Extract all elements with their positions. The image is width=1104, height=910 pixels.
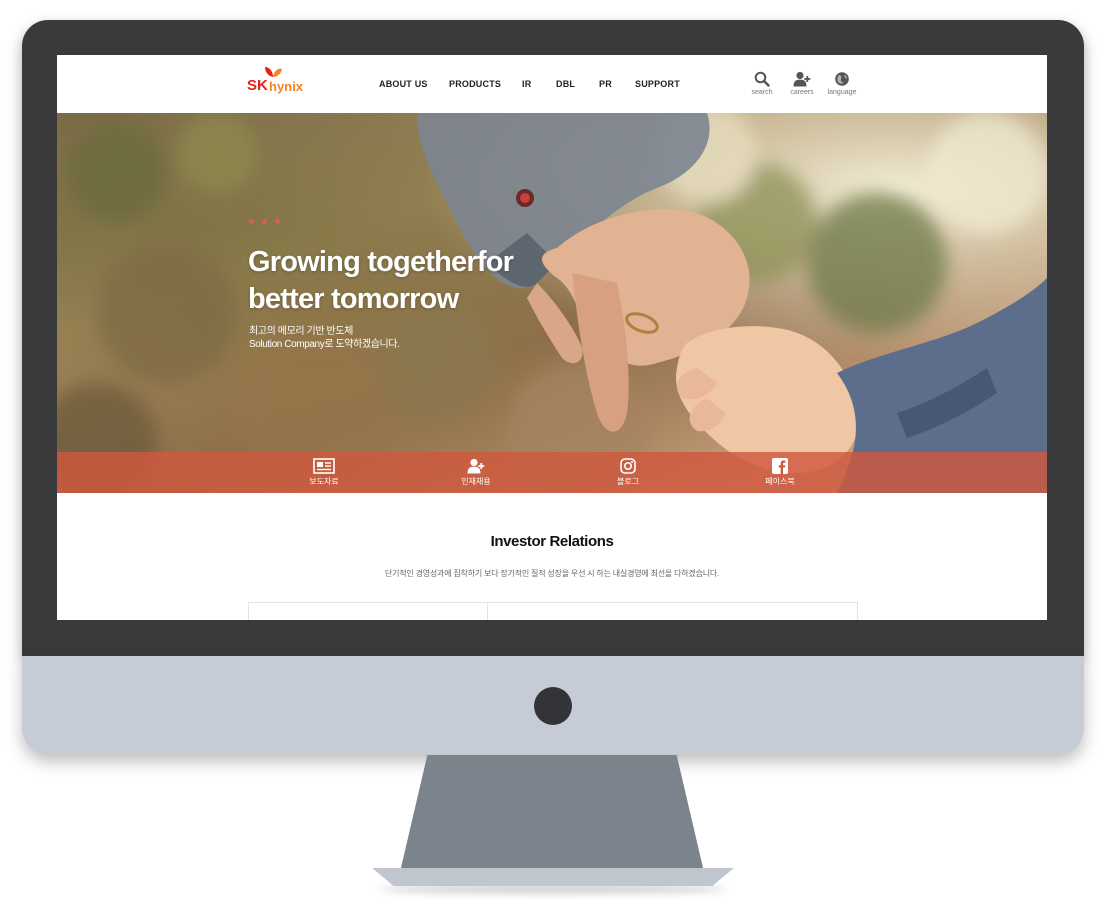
search-icon — [754, 71, 770, 87]
add-user-icon — [793, 71, 811, 87]
investor-relations-description: 단기적인 경영성과에 집착하기 보다 장기적인 질적 성장을 우선 시 하는 내… — [384, 569, 720, 578]
quick-link-label: 보도자료 — [309, 477, 339, 486]
nav-products[interactable]: PRODUCTS — [449, 79, 501, 89]
hero-banner: Growing togetherfor better tomorrow 최고의 … — [57, 113, 1047, 493]
site-header: SK hynix ABOUT US PRODUCTS IR DBL PR SUP… — [57, 55, 1047, 113]
quick-link-blog[interactable]: 블로그 — [593, 458, 663, 487]
search-button[interactable]: search — [745, 71, 779, 96]
quick-link-facebook[interactable]: 페이스북 — [745, 458, 815, 487]
facebook-icon — [772, 458, 788, 474]
add-user-icon — [467, 458, 485, 474]
search-label: search — [751, 89, 773, 96]
panel-divider — [487, 603, 488, 620]
quick-link-recruit[interactable]: 인재채용 — [441, 458, 511, 487]
slide-dot-3[interactable] — [275, 219, 280, 224]
language-button[interactable]: language — [825, 71, 859, 96]
nav-about-us[interactable]: ABOUT US — [379, 79, 428, 89]
nav-pr[interactable]: PR — [599, 79, 612, 89]
careers-button[interactable]: careers — [785, 71, 819, 96]
hero-subtitle-line-2: Solution Company로 도약하겠습니다. — [249, 339, 400, 350]
nav-support[interactable]: SUPPORT — [635, 79, 680, 89]
hero-title-line-2: better tomorrow — [248, 283, 459, 315]
quick-links-bar: 보도자료 인재채용 블로그 페이스북 — [57, 452, 1047, 493]
monitor-stand-foot — [372, 868, 734, 886]
hero-subtitle: 최고의 메모리 기반 반도체 Solution Company로 도약하겠습니다… — [249, 325, 400, 351]
newspaper-icon — [313, 458, 335, 474]
slider-indicator[interactable] — [249, 211, 288, 229]
language-label: language — [827, 89, 857, 96]
investor-relations-title: Investor Relations — [490, 533, 614, 550]
nav-dbl[interactable]: DBL — [556, 79, 575, 89]
globe-icon — [835, 72, 849, 86]
quick-link-label: 페이스북 — [765, 477, 795, 486]
website-screen: SK hynix ABOUT US PRODUCTS IR DBL PR SUP… — [57, 55, 1047, 620]
logo-hynix-text: hynix — [269, 79, 303, 94]
hero-image-holding-hands — [57, 113, 1047, 493]
monitor-stand-neck — [400, 755, 704, 872]
investor-relations-panel — [248, 602, 858, 620]
nav-ir[interactable]: IR — [522, 79, 531, 89]
hero-title-line-1: Growing togetherfor — [248, 246, 514, 278]
logo-sk-text: SK — [247, 77, 268, 94]
sk-hynix-logo[interactable]: SK hynix — [247, 67, 317, 99]
hero-title: Growing togetherfor better tomorrow — [248, 244, 514, 318]
instagram-icon — [620, 458, 636, 474]
slide-dot-2[interactable] — [262, 219, 267, 224]
hero-subtitle-line-1: 최고의 메모리 기반 반도체 — [249, 326, 353, 337]
quick-link-label: 블로그 — [616, 477, 640, 486]
quick-link-label: 인재채용 — [461, 477, 491, 486]
quick-link-press[interactable]: 보도자료 — [289, 458, 359, 487]
careers-label: careers — [790, 89, 814, 96]
monitor-button — [534, 687, 572, 725]
slide-dot-1[interactable] — [249, 219, 254, 224]
